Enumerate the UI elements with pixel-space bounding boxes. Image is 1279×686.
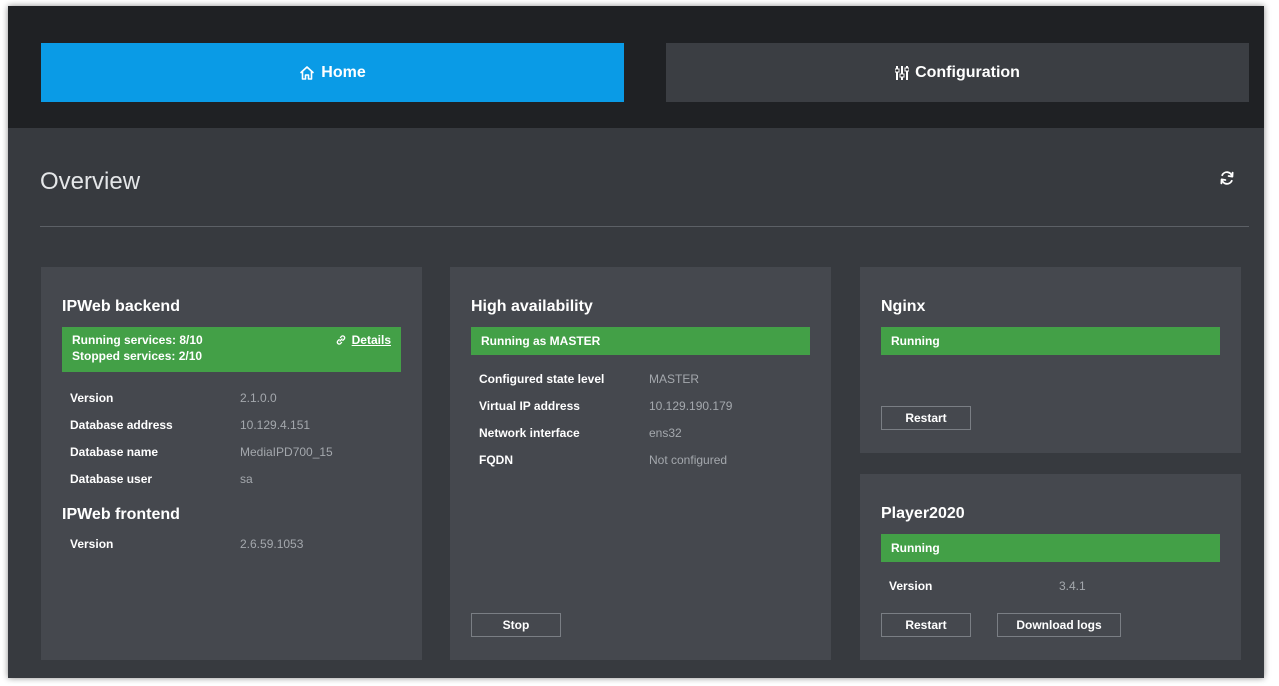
app-window: Home Configuration Overview IPWeb backen… bbox=[8, 6, 1264, 678]
details-link[interactable]: Details bbox=[335, 332, 391, 348]
fqdn-value: Not configured bbox=[649, 453, 728, 467]
stop-button[interactable]: Stop bbox=[471, 613, 561, 637]
fqdn-label: FQDN bbox=[479, 453, 513, 467]
high-availability-title: High availability bbox=[471, 298, 593, 315]
nginx-title: Nginx bbox=[881, 298, 926, 315]
network-interface-label: Network interface bbox=[479, 426, 580, 440]
refresh-button[interactable] bbox=[1216, 169, 1238, 191]
configured-state-label: Configured state level bbox=[479, 372, 605, 386]
page-title: Overview bbox=[40, 168, 141, 195]
home-icon bbox=[299, 65, 315, 81]
tab-configuration-label: Configuration bbox=[915, 63, 1020, 81]
tab-configuration[interactable]: Configuration bbox=[666, 43, 1249, 102]
high-availability-status: Running as MASTER bbox=[471, 327, 810, 355]
tab-home[interactable]: Home bbox=[41, 43, 624, 102]
nginx-status: Running bbox=[881, 327, 1220, 355]
top-navigation: Home Configuration bbox=[8, 6, 1264, 128]
configured-state-value: MASTER bbox=[649, 372, 700, 386]
high-availability-card: High availability Running as MASTER Conf… bbox=[450, 267, 831, 660]
ipweb-card: IPWeb backend Running services: 8/10 Sto… bbox=[41, 267, 422, 660]
network-interface-value: ens32 bbox=[649, 426, 682, 440]
database-name-value: MediaIPD700_15 bbox=[240, 445, 333, 459]
database-name-label: Database name bbox=[70, 445, 159, 459]
ipweb-backend-title: IPWeb backend bbox=[62, 298, 180, 315]
tab-home-label: Home bbox=[321, 63, 366, 81]
database-address-value: 10.129.4.151 bbox=[240, 418, 311, 432]
player-version-value: 3.4.1 bbox=[1059, 579, 1086, 593]
sliders-icon bbox=[895, 65, 910, 81]
player2020-card: Player2020 Running Version 3.4.1 Restart… bbox=[860, 474, 1241, 660]
nginx-card: Nginx Running Restart bbox=[860, 267, 1241, 453]
version-value: 2.1.0.0 bbox=[240, 391, 277, 405]
database-address-label: Database address bbox=[70, 418, 173, 432]
refresh-icon bbox=[1219, 170, 1235, 191]
player-restart-button[interactable]: Restart bbox=[881, 613, 971, 637]
link-icon bbox=[335, 334, 347, 346]
ipweb-frontend-title: IPWeb frontend bbox=[62, 506, 180, 523]
player2020-title: Player2020 bbox=[881, 505, 965, 522]
details-link-label: Details bbox=[351, 333, 391, 347]
database-user-value: sa bbox=[240, 472, 253, 486]
nginx-restart-button[interactable]: Restart bbox=[881, 406, 971, 430]
frontend-version-label: Version bbox=[70, 537, 114, 551]
player-version-label: Version bbox=[889, 579, 933, 593]
ipweb-backend-status: Running services: 8/10 Stopped services:… bbox=[62, 327, 401, 372]
frontend-version-value: 2.6.59.1053 bbox=[240, 537, 304, 551]
virtual-ip-label: Virtual IP address bbox=[479, 399, 580, 413]
database-user-label: Database user bbox=[70, 472, 153, 486]
stopped-services-text: Stopped services: 2/10 bbox=[72, 349, 203, 363]
player2020-status: Running bbox=[881, 534, 1220, 562]
version-label: Version bbox=[70, 391, 114, 405]
download-logs-button[interactable]: Download logs bbox=[997, 613, 1121, 637]
virtual-ip-value: 10.129.190.179 bbox=[649, 399, 733, 413]
title-divider bbox=[40, 226, 1249, 227]
